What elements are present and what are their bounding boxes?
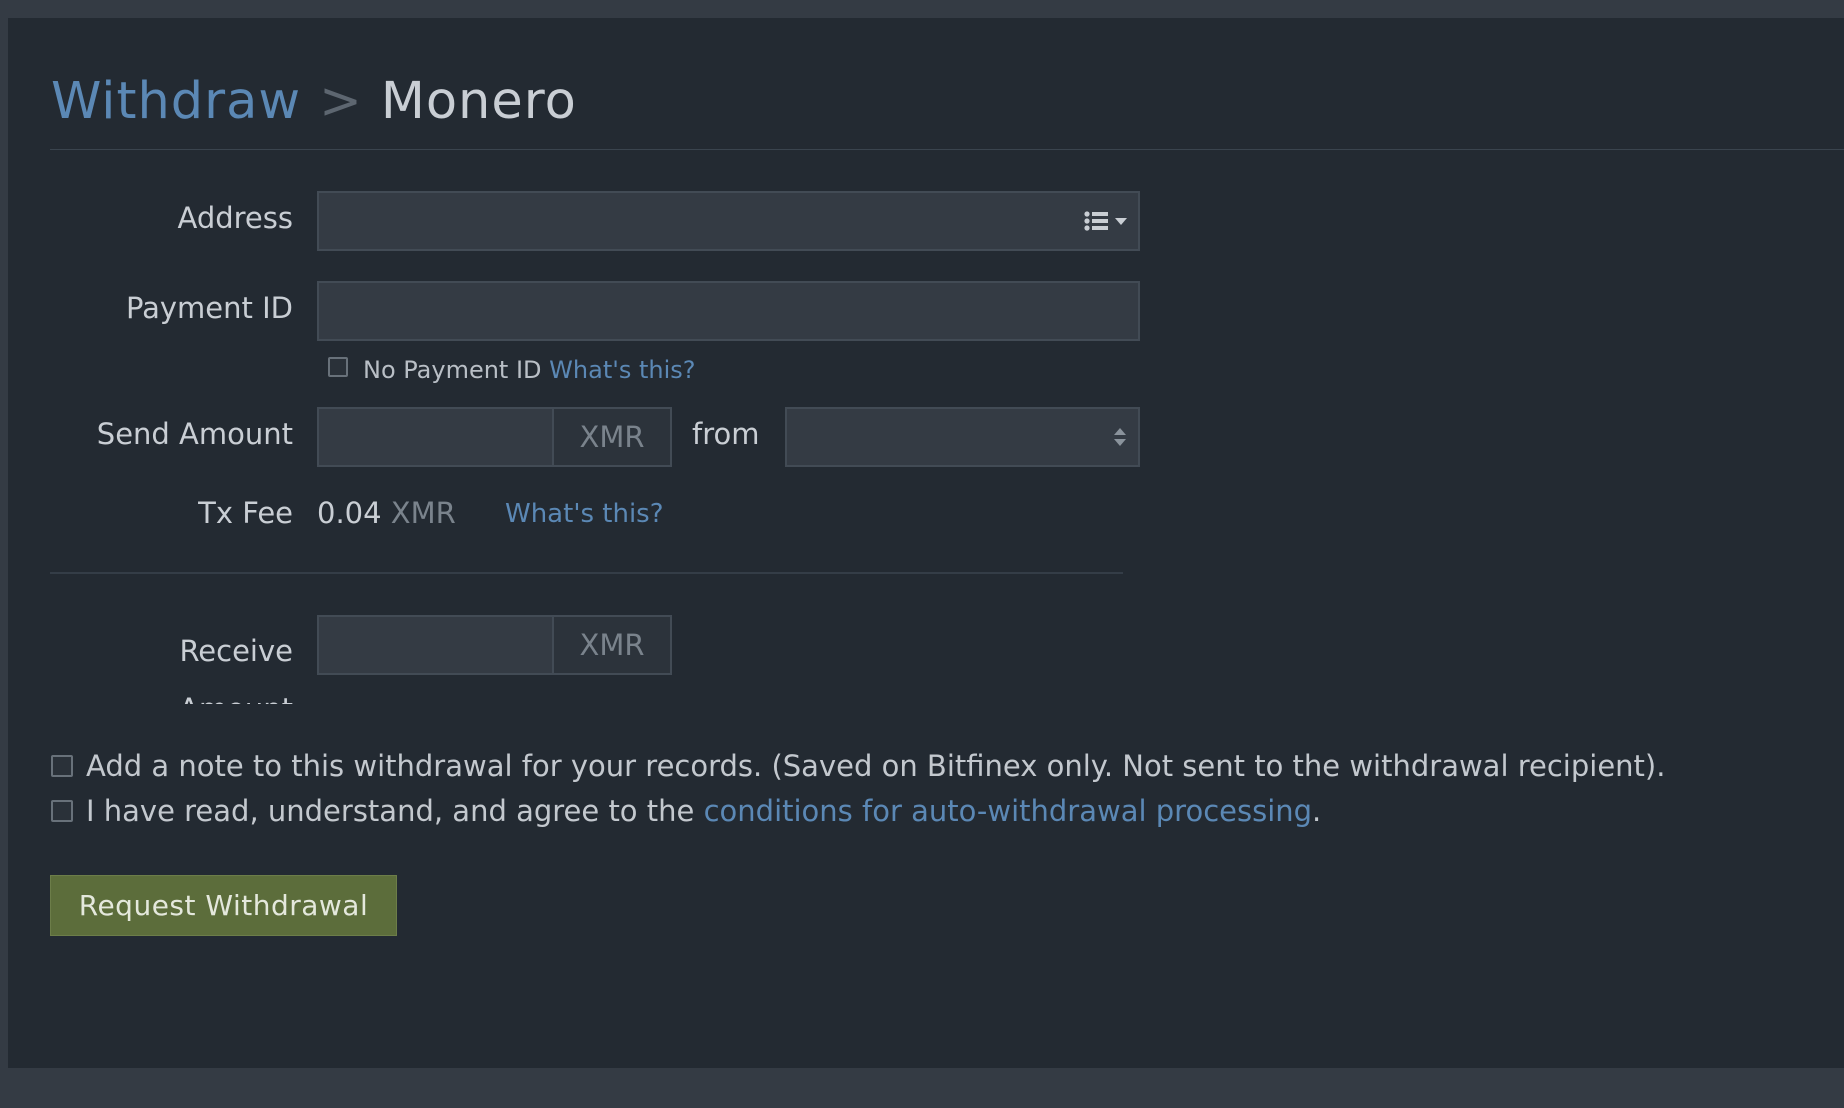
receive-amount-label-line1: Receive	[179, 634, 293, 668]
receive-amount-label: Receive Amount	[49, 622, 293, 704]
agree-conditions-checkbox[interactable]	[51, 800, 73, 822]
breadcrumb: Withdraw > Monero	[51, 72, 577, 131]
tx-fee-whats-this-link[interactable]: What's this?	[505, 499, 664, 529]
request-withdrawal-button[interactable]: Request Withdrawal	[50, 875, 397, 936]
form-divider	[50, 572, 1123, 574]
no-payment-id-label: No Payment ID	[363, 356, 542, 384]
address-book-list-icon[interactable]	[1082, 208, 1132, 234]
receive-amount-currency: XMR	[552, 615, 672, 675]
no-payment-id-checkbox[interactable]	[328, 357, 348, 377]
send-amount-input[interactable]	[317, 407, 554, 467]
agree-conditions-label: I have read, understand, and agree to th…	[86, 794, 695, 828]
address-input[interactable]	[317, 191, 1140, 251]
breadcrumb-separator: >	[319, 72, 363, 131]
breadcrumb-withdraw-link[interactable]: Withdraw	[51, 72, 301, 131]
payment-id-input[interactable]	[317, 281, 1140, 341]
agree-conditions-suffix: .	[1312, 794, 1322, 828]
wallet-select[interactable]	[785, 407, 1140, 467]
send-amount-currency: XMR	[552, 407, 672, 467]
auto-withdrawal-conditions-link[interactable]: conditions for auto-withdrawal processin…	[704, 794, 1312, 828]
payment-id-whats-this-link[interactable]: What's this?	[549, 356, 695, 384]
tx-fee-currency: XMR	[390, 496, 456, 530]
page-title: Monero	[380, 72, 577, 131]
send-amount-label: Send Amount	[96, 417, 293, 451]
receive-amount-input[interactable]	[317, 615, 554, 675]
add-note-label: Add a note to this withdrawal for your r…	[86, 749, 1666, 783]
from-label: from	[692, 417, 760, 451]
select-caret-icon	[1112, 426, 1128, 448]
receive-amount-label-line2: Amount	[49, 680, 293, 704]
payment-id-label: Payment ID	[125, 291, 293, 325]
tx-fee-label: Tx Fee	[198, 496, 293, 530]
tx-fee-amount: 0.04	[317, 496, 382, 530]
title-divider	[50, 149, 1844, 150]
address-label: Address	[177, 201, 294, 235]
add-note-checkbox[interactable]	[51, 755, 73, 777]
